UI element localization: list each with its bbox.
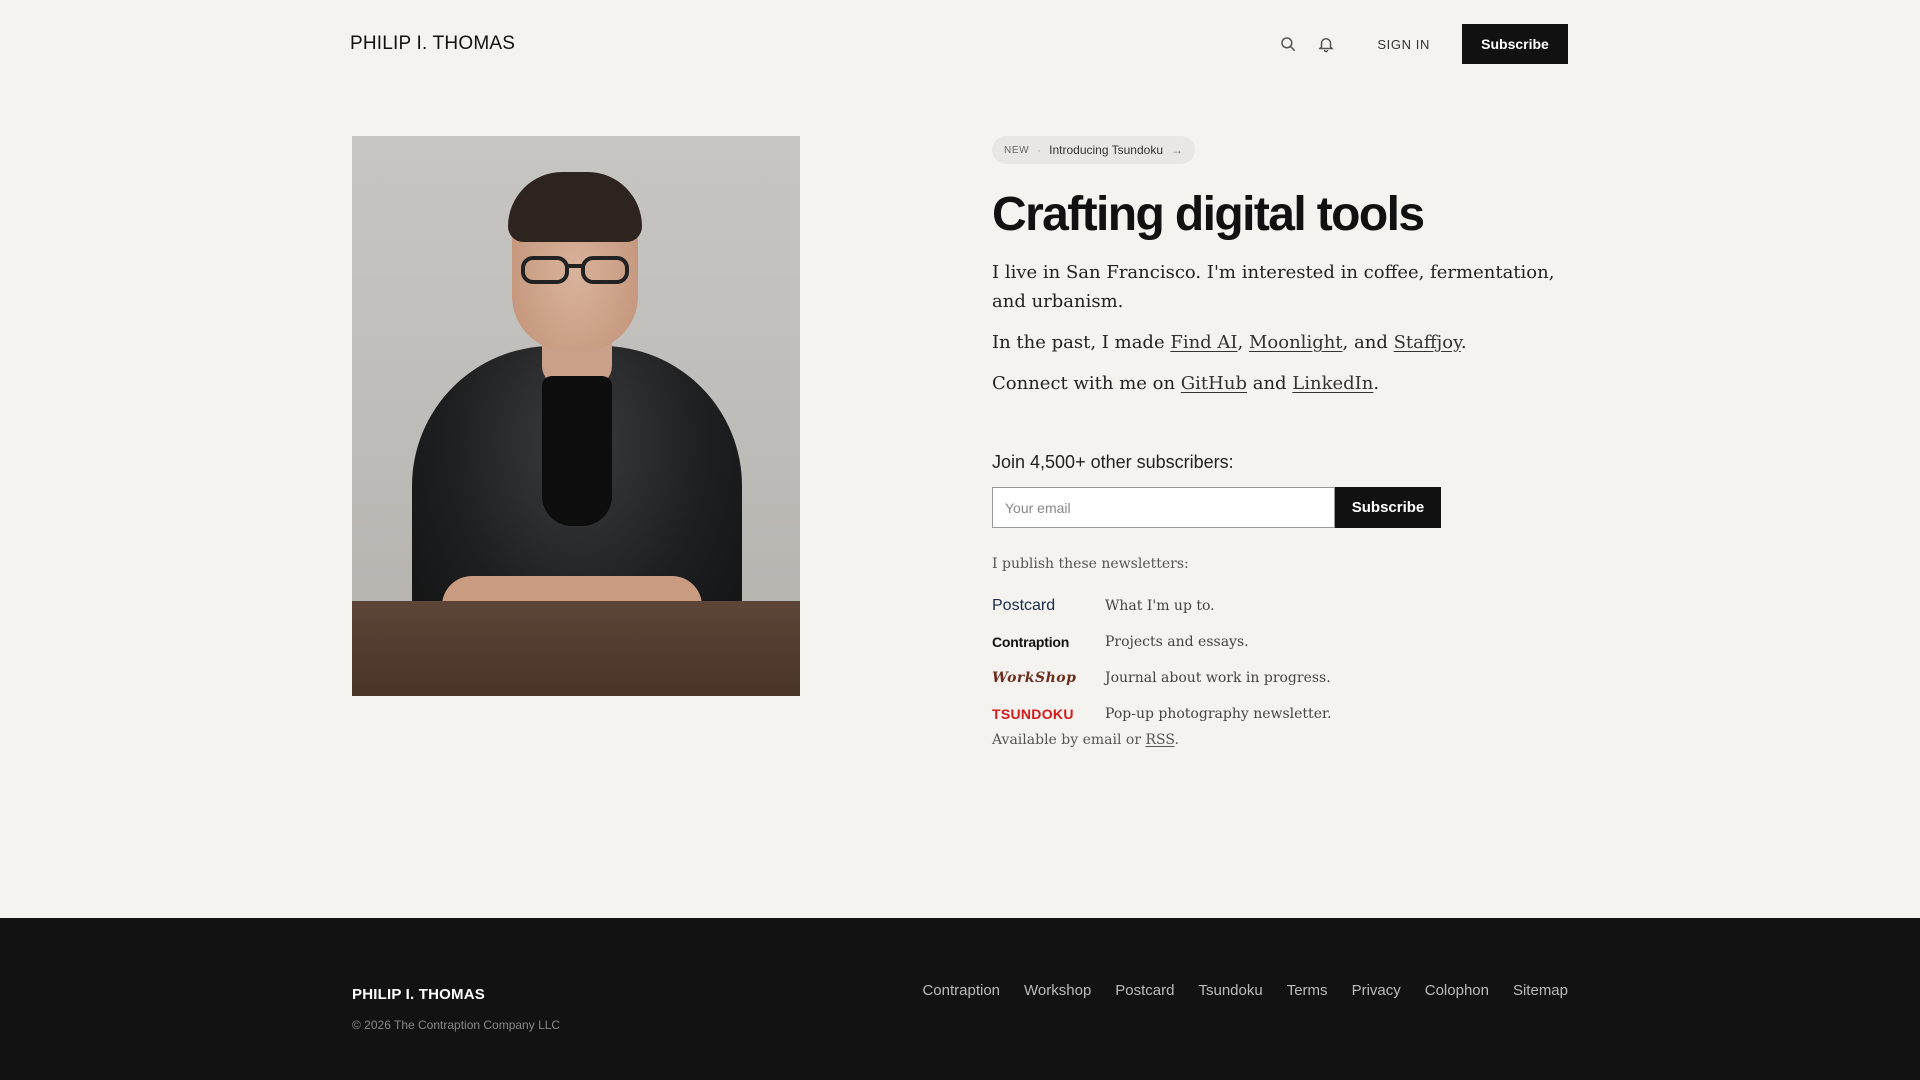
footer-link-colophon[interactable]: Colophon (1425, 982, 1489, 999)
availability-suffix: . (1174, 732, 1179, 748)
portrait-table (352, 601, 800, 696)
past-projects-sep2: , and (1342, 332, 1394, 353)
announcement-pill[interactable]: NEW · Introducing Tsundoku → (992, 136, 1195, 164)
pill-separator: · (1037, 143, 1042, 157)
newsletter-row-postcard: Postcard What I'm up to. (992, 588, 1568, 624)
moonlight-link[interactable]: Moonlight (1249, 332, 1343, 353)
site-title[interactable]: PHILIP I. THOMAS (350, 33, 515, 55)
site-footer: PHILIP I. THOMAS © 2026 The Contraption … (0, 918, 1920, 1080)
portrait-glasses (521, 256, 629, 284)
footer-copyright: © 2026 The Contraption Company LLC (352, 1018, 561, 1032)
page-headline: Crafting digital tools (992, 188, 1425, 241)
past-projects-suffix: . (1460, 332, 1467, 353)
workshop-logo-link[interactable]: WorkShop (992, 670, 1105, 686)
footer-nav: Contraption Workshop Postcard Tsundoku T… (898, 982, 1568, 999)
footer-link-contraption[interactable]: Contraption (922, 982, 1000, 999)
footer-link-tsundoku[interactable]: Tsundoku (1199, 982, 1263, 999)
newsletter-description: Pop-up photography newsletter. (1105, 706, 1332, 722)
footer-link-terms[interactable]: Terms (1287, 982, 1328, 999)
sign-in-link[interactable]: SIGN IN (1377, 37, 1430, 52)
bell-icon[interactable] (1315, 33, 1337, 55)
subscribe-heading: Join 4,500+ other subscribers: (992, 452, 1234, 472)
footer-link-privacy[interactable]: Privacy (1352, 982, 1401, 999)
availability-prefix: Available by email or (992, 732, 1146, 748)
find-ai-link[interactable]: Find AI (1170, 332, 1237, 353)
staffjoy-link[interactable]: Staffjoy (1394, 332, 1461, 353)
footer-link-workshop[interactable]: Workshop (1024, 982, 1091, 999)
tsundoku-logo-link[interactable]: TSUNDOKU (992, 706, 1105, 722)
intro-content: NEW · Introducing Tsundoku → Crafting di… (992, 136, 1568, 748)
past-projects-paragraph: In the past, I made Find AI, Moonlight, … (992, 328, 1568, 357)
connect-suffix: . (1373, 373, 1380, 394)
bio-paragraph: I live in San Francisco. I'm interested … (992, 262, 1555, 312)
search-icon[interactable] (1277, 33, 1299, 55)
connect-prefix: Connect with me on (992, 373, 1181, 394)
newsletter-row-workshop: WorkShop Journal about work in progress. (992, 660, 1568, 696)
connect-paragraph: Connect with me on GitHub and LinkedIn. (992, 369, 1568, 398)
header-actions: SIGN IN Subscribe (1277, 24, 1568, 64)
past-projects-prefix: In the past, I made (992, 332, 1171, 353)
subscribe-button[interactable]: Subscribe (1335, 487, 1441, 528)
newsletter-list: Postcard What I'm up to. Contraption Pro… (992, 588, 1568, 732)
subscribe-form: Subscribe (992, 487, 1568, 528)
arrow-right-icon: → (1171, 143, 1183, 157)
footer-title: PHILIP I. THOMAS (352, 986, 485, 1003)
site-header: PHILIP I. THOMAS SIGN IN Subscribe (350, 24, 1568, 64)
pill-text: Introducing Tsundoku (1049, 143, 1163, 157)
newsletter-row-tsundoku: TSUNDOKU Pop-up photography newsletter. (992, 696, 1568, 732)
newsletter-description: Journal about work in progress. (1105, 670, 1331, 686)
portrait-photo (352, 136, 800, 696)
rss-link[interactable]: RSS (1145, 732, 1174, 748)
subscribe-button-header[interactable]: Subscribe (1462, 24, 1568, 64)
footer-link-sitemap[interactable]: Sitemap (1513, 982, 1568, 999)
footer-link-postcard[interactable]: Postcard (1115, 982, 1174, 999)
newsletter-row-contraption: Contraption Projects and essays. (992, 624, 1568, 660)
email-input[interactable] (992, 487, 1335, 528)
past-projects-sep1: , (1237, 332, 1249, 353)
contraption-logo-link[interactable]: Contraption (992, 634, 1105, 650)
newsletter-description: What I'm up to. (1105, 598, 1215, 614)
linkedin-link[interactable]: LinkedIn (1292, 373, 1373, 394)
github-link[interactable]: GitHub (1181, 373, 1247, 394)
portrait-hair (508, 172, 642, 242)
connect-sep: and (1246, 373, 1293, 394)
newsletter-description: Projects and essays. (1105, 634, 1249, 650)
portrait-shirt (542, 376, 612, 526)
availability-note: Available by email or RSS. (992, 732, 1568, 748)
postcard-logo-link[interactable]: Postcard (992, 597, 1105, 615)
pill-tag: NEW (1004, 144, 1030, 156)
newsletters-intro: I publish these newsletters: (992, 556, 1189, 572)
